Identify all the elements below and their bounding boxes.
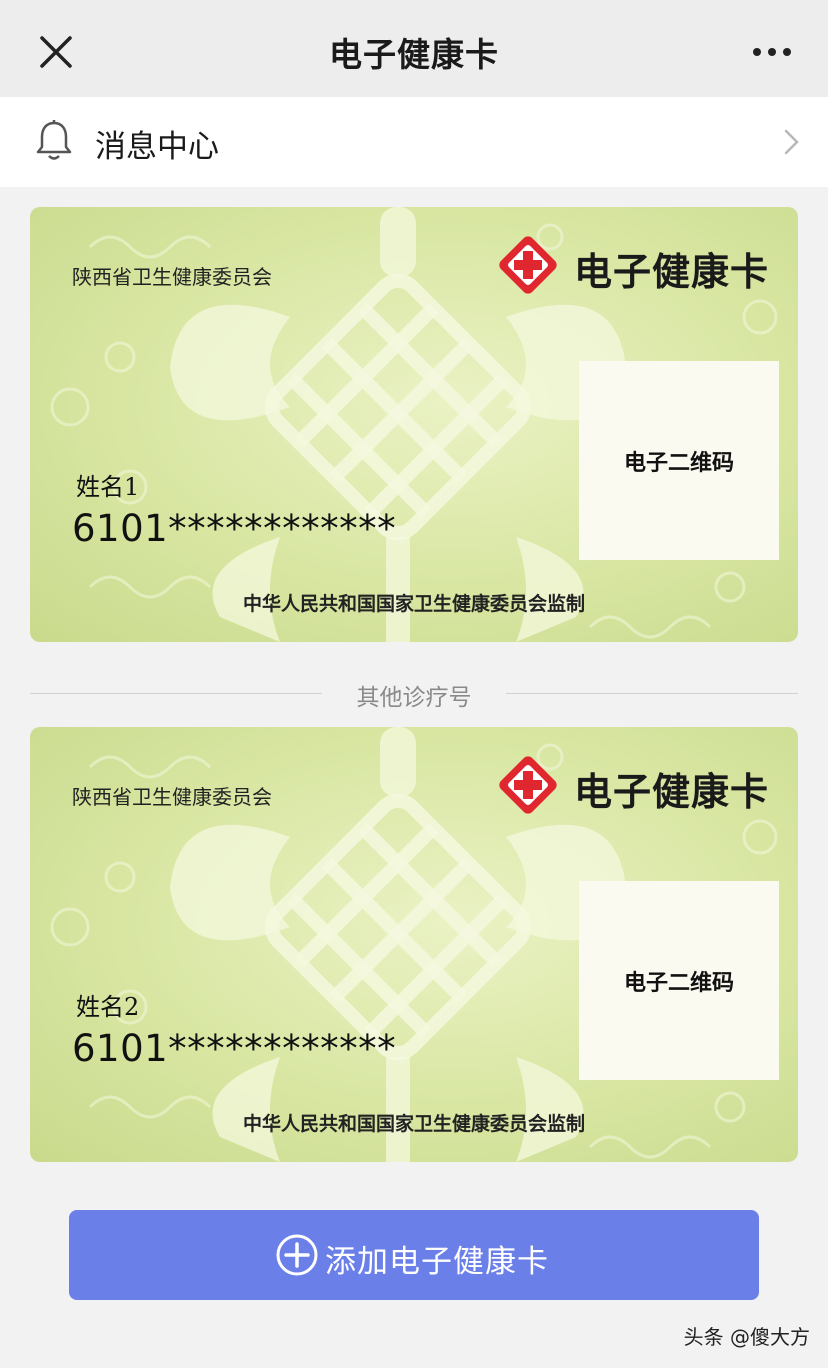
chevron-right-icon <box>784 129 799 155</box>
health-card-2[interactable]: 陕西省卫生健康委员会 电子健康卡 电子二维码 姓名2 6101*********… <box>30 727 798 1162</box>
plus-circle-icon <box>276 1234 318 1276</box>
more-options-icon[interactable] <box>752 44 792 60</box>
source-watermark: 头条 @傻大方 <box>683 1325 810 1349</box>
add-health-card-button[interactable]: 添加电子健康卡 <box>69 1210 759 1300</box>
card-footer: 中华人民共和国国家卫生健康委员会监制 <box>242 593 585 615</box>
holder-name: 姓名2 <box>76 993 140 1021</box>
add-button-label: 添加电子健康卡 <box>325 1244 549 1280</box>
qr-code-area[interactable]: 电子二维码 <box>579 361 779 560</box>
divider-line-right <box>506 693 798 694</box>
holder-name: 姓名1 <box>76 473 140 501</box>
page-title: 电子健康卡 <box>329 35 499 74</box>
id-number: 6101************ <box>72 1027 397 1070</box>
section-divider: 其他诊疗号 <box>30 672 798 712</box>
brand-title: 电子健康卡 <box>574 770 770 814</box>
issuer-org: 陕西省卫生健康委员会 <box>72 265 272 289</box>
qr-code-label: 电子二维码 <box>623 969 734 996</box>
qr-code-area[interactable]: 电子二维码 <box>579 881 779 1080</box>
top-nav-bar: 电子健康卡 <box>0 0 828 97</box>
message-center-row[interactable]: 消息中心 <box>0 97 828 187</box>
qr-code-label: 电子二维码 <box>623 449 734 476</box>
divider-label: 其他诊疗号 <box>356 685 472 711</box>
message-center-label: 消息中心 <box>95 129 219 165</box>
red-cross-icon <box>499 236 557 294</box>
brand-title: 电子健康卡 <box>574 250 770 294</box>
red-cross-icon <box>499 756 557 814</box>
issuer-org: 陕西省卫生健康委员会 <box>72 785 272 809</box>
card-brand: 电子健康卡 <box>496 753 786 815</box>
id-number: 6101************ <box>72 507 397 550</box>
card-footer: 中华人民共和国国家卫生健康委员会监制 <box>242 1113 585 1135</box>
card-brand: 电子健康卡 <box>496 233 786 295</box>
health-card-1[interactable]: 陕西省卫生健康委员会 电子健康卡 电子二维码 姓名1 6101*********… <box>30 207 798 642</box>
bell-icon <box>36 120 72 160</box>
